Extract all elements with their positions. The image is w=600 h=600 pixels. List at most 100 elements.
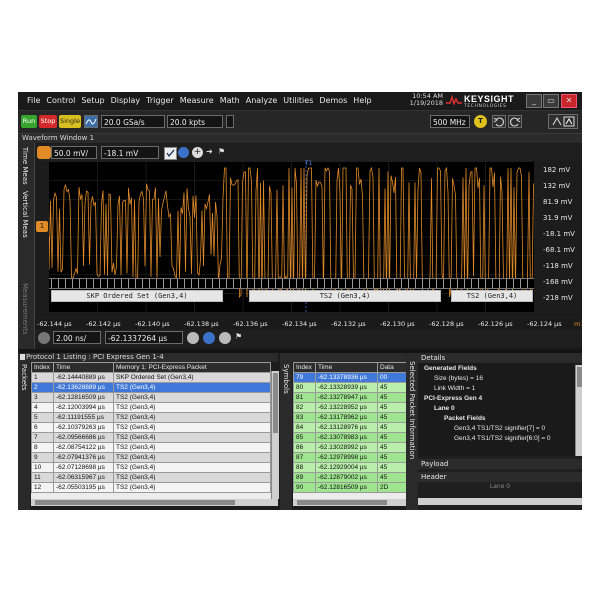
channel-info-icon[interactable] (178, 147, 189, 158)
undo-icon[interactable] (492, 115, 506, 128)
add-icon[interactable]: + (192, 147, 203, 158)
menu-measure[interactable]: Measure (177, 92, 217, 110)
tree-node[interactable]: Generated Fields (424, 365, 477, 372)
tree-node[interactable]: Packet Fields (444, 415, 486, 422)
bus-segment[interactable]: SKP Ordered Set (Gen3,4) (51, 290, 223, 302)
menu-math[interactable]: Math (217, 92, 243, 110)
menu-setup[interactable]: Setup (78, 92, 107, 110)
horizontal-info-icon[interactable] (203, 332, 215, 344)
table-row[interactable]: 79 -62.13378936 µs 00 (293, 372, 409, 383)
details-vscroll-thumb[interactable] (577, 367, 582, 387)
tab-measurements[interactable]: Measurements (21, 283, 29, 335)
details-vscroll[interactable] (575, 365, 582, 456)
tab-symbols[interactable]: Symbols (282, 364, 290, 394)
restore-icon[interactable]: ▭ (543, 94, 559, 108)
bus-segment[interactable]: TS2 (Gen3,4) (451, 290, 533, 302)
table-row[interactable]: 2 -62.13628889 µs TS2 (Gen3,4) (31, 382, 271, 393)
table-row[interactable]: 90 -62.12816509 µs 2D (293, 482, 409, 493)
table-row[interactable]: 4 -62.12003994 µs TS2 (Gen3,4) (31, 402, 271, 413)
table-row[interactable]: 3 -62.12816509 µs TS2 (Gen3,4) (31, 392, 271, 403)
packets-hscroll-thumb[interactable] (35, 500, 235, 505)
sample-rate-field[interactable]: 20.0 GSa/s (101, 115, 165, 128)
tab-vertical-meas[interactable]: Vertical Meas (21, 191, 29, 238)
tree-node[interactable]: Lane 0 (434, 405, 455, 412)
packets-hscroll[interactable] (31, 499, 278, 506)
table-row[interactable]: 82 -62.13228952 µs 45 (293, 402, 409, 413)
menu-file[interactable]: File (24, 92, 43, 110)
packets-side-tab[interactable]: Packets (18, 362, 30, 510)
listing-settings-icon[interactable] (20, 354, 25, 360)
bandwidth-field[interactable]: 500 MHz (430, 115, 470, 128)
symbols-hscroll[interactable] (293, 499, 416, 506)
horizontal-position-field[interactable]: -62.1337264 µs (105, 331, 183, 344)
menu-analyze[interactable]: Analyze (243, 92, 281, 110)
channel-offset-field[interactable]: -18.1 mV (101, 146, 159, 159)
menu-control[interactable]: Control (43, 92, 78, 110)
table-row[interactable]: 5 -62.11191555 µs TS2 (Gen3,4) (31, 412, 271, 423)
table-row[interactable]: 10 -62.07128698 µs TS2 (Gen3,4) (31, 462, 271, 473)
pause-icon[interactable] (38, 332, 50, 344)
marker-flag-icon[interactable]: ⚑ (218, 147, 229, 158)
table-row[interactable]: 6 -62.10379263 µs TS2 (Gen3,4) (31, 422, 271, 433)
column-header[interactable]: Time (315, 362, 378, 373)
trigger-mode-icon[interactable]: T (474, 115, 487, 128)
symbols-hscroll-thumb[interactable] (297, 500, 387, 505)
table-row[interactable]: 86 -62.13028992 µs 45 (293, 442, 409, 453)
table-row[interactable]: 85 -62.13078983 µs 45 (293, 432, 409, 443)
table-row[interactable]: 1 -62.14440889 µs SKP Ordered Set (Gen3,4) (31, 372, 271, 383)
table-row[interactable]: 88 -62.12929004 µs 45 (293, 462, 409, 473)
table-row[interactable]: 84 -62.13128976 µs 45 (293, 422, 409, 433)
tree-node[interactable]: Size (bytes) = 16 (434, 375, 483, 382)
tree-node[interactable]: Gen3,4 TS1/TS2 signifier[6:0] = 0 (454, 435, 551, 442)
symbols-side-tab[interactable]: Symbols (280, 362, 292, 510)
table-row[interactable]: 7 -62.09566686 µs TS2 (Gen3,4) (31, 432, 271, 443)
zoom-icon[interactable] (187, 332, 199, 344)
horizontal-scale-field[interactable]: 2.00 ns/ (53, 331, 101, 344)
menu-trigger[interactable]: Trigger (143, 92, 177, 110)
payload-section[interactable]: Payload (418, 459, 582, 469)
table-row[interactable]: 81 -62.13278947 µs 45 (293, 392, 409, 403)
channel1-icon[interactable] (37, 146, 51, 159)
marker-flag-icon[interactable]: ⚑ (235, 332, 247, 344)
tree-node[interactable]: Link Width = 1 (434, 385, 475, 392)
table-row[interactable]: 83 -62.13178962 µs 45 (293, 412, 409, 423)
redo-icon[interactable] (508, 115, 522, 128)
stop-button[interactable]: Stop (39, 115, 57, 128)
column-header[interactable]: Data (377, 362, 409, 373)
selected-packet-side-tab[interactable]: Selected Packet Information (406, 353, 418, 510)
table-row[interactable]: 12 -62.05503195 µs TS2 (Gen3,4) (31, 482, 271, 493)
column-header[interactable]: Index (31, 362, 54, 373)
menu-help[interactable]: Help (350, 92, 374, 110)
tree-node[interactable]: Gen3,4 TS1/TS2 signifier[7] = 0 (454, 425, 545, 432)
close-icon[interactable]: ✕ (561, 94, 577, 108)
table-row[interactable]: 89 -62.12879002 µs 45 (293, 472, 409, 483)
arrow-right-icon[interactable]: ➜ (206, 147, 217, 158)
table-row[interactable]: 87 -62.12978998 µs 45 (293, 452, 409, 463)
table-row[interactable]: 80 -62.13328939 µs 45 (293, 382, 409, 393)
table-row[interactable]: 9 -62.07941376 µs TS2 (Gen3,4) (31, 452, 271, 463)
bus-segment[interactable]: TS2 (Gen3,4) (249, 290, 441, 302)
column-header[interactable]: Time (53, 362, 114, 373)
menu-demos[interactable]: Demos (316, 92, 350, 110)
tab-packets[interactable]: Packets (20, 364, 28, 391)
column-header[interactable]: Index (293, 362, 316, 373)
packets-vscroll-thumb[interactable] (273, 373, 278, 433)
channel-scale-field[interactable]: 50.0 mV/ (51, 146, 97, 159)
autoscale-icon[interactable] (84, 115, 98, 128)
tree-node[interactable]: PCI-Express Gen 4 (424, 395, 482, 402)
packets-vscroll[interactable] (271, 371, 279, 499)
single-button[interactable]: Single (59, 115, 81, 128)
memory-depth-field[interactable]: 20.0 kpts (167, 115, 223, 128)
settings-icon[interactable] (219, 332, 231, 344)
run-button[interactable]: Run (21, 115, 37, 128)
channel1-level-marker[interactable]: 1 (36, 221, 48, 232)
details-hscroll[interactable] (418, 498, 582, 505)
tab-selected-packet-info[interactable]: Selected Packet Information (408, 361, 416, 459)
channel-checkbox[interactable] (164, 147, 177, 160)
table-row[interactable]: 11 -62.06315967 µs TS2 (Gen3,4) (31, 472, 271, 483)
menu-display[interactable]: Display (108, 92, 144, 110)
minimize-icon[interactable]: _ (526, 94, 542, 108)
column-header[interactable]: Memory 1: PCI-Express Packet (113, 362, 271, 373)
tab-time-meas[interactable]: Time Meas (21, 147, 29, 185)
menu-utilities[interactable]: Utilities (280, 92, 316, 110)
